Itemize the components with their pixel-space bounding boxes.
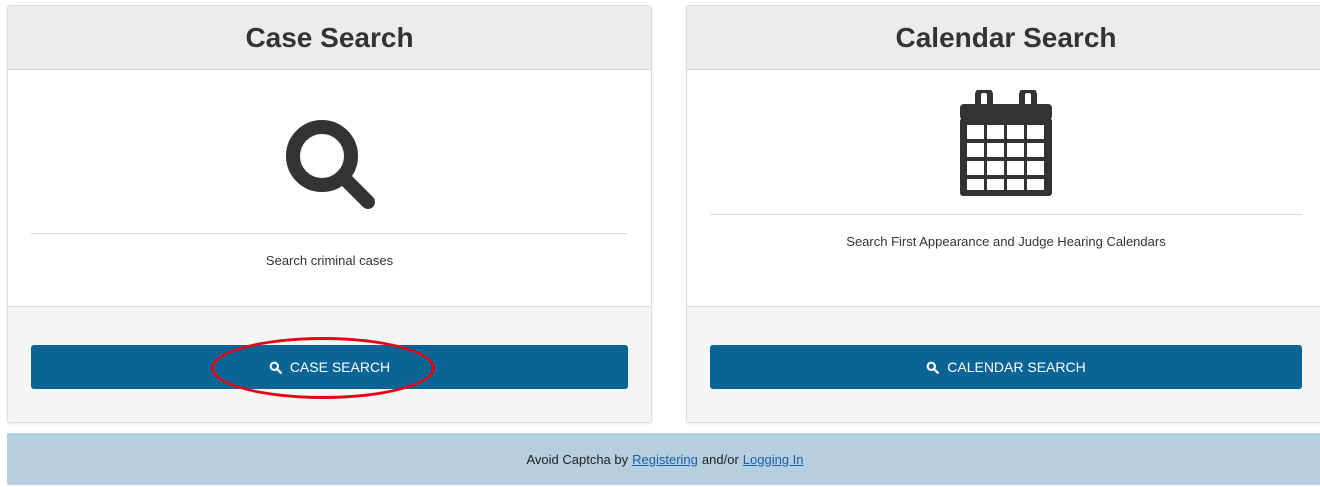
search-icon [8,114,651,214]
calendar-search-title: Calendar Search [687,6,1320,70]
calendar-search-card: Calendar Search Search First Appearance … [686,5,1320,423]
case-search-title: Case Search [8,6,651,70]
case-search-body: Search criminal cases [8,70,651,307]
calendar-search-description: Search First Appearance and Judge Hearin… [846,234,1166,249]
search-icon [926,361,940,374]
divider [710,214,1302,215]
page: Case Search Search criminal cases CASE S… [0,0,1320,487]
captcha-notice: Avoid Captcha by Registering and/or Logg… [7,433,1320,485]
case-search-button[interactable]: CASE SEARCH [31,345,628,389]
calendar-icon [687,90,1320,198]
calendar-search-footer: CALENDAR SEARCH [687,307,1320,422]
calendar-search-body: Search First Appearance and Judge Hearin… [687,70,1320,307]
case-search-card: Case Search Search criminal cases CASE S… [7,5,652,423]
case-search-description: Search criminal cases [265,253,394,268]
case-search-button-label: CASE SEARCH [289,359,391,375]
divider [31,233,628,234]
register-link[interactable]: Registering [632,452,698,467]
calendar-search-button-label: CALENDAR SEARCH [947,359,1086,375]
notice-middle: and/or [701,451,739,467]
login-link[interactable]: Logging In [743,452,804,467]
notice-prefix: Avoid Captcha by [526,451,629,467]
search-icon [269,361,282,374]
case-search-footer: CASE SEARCH [8,307,651,422]
calendar-search-button[interactable]: CALENDAR SEARCH [710,345,1302,389]
